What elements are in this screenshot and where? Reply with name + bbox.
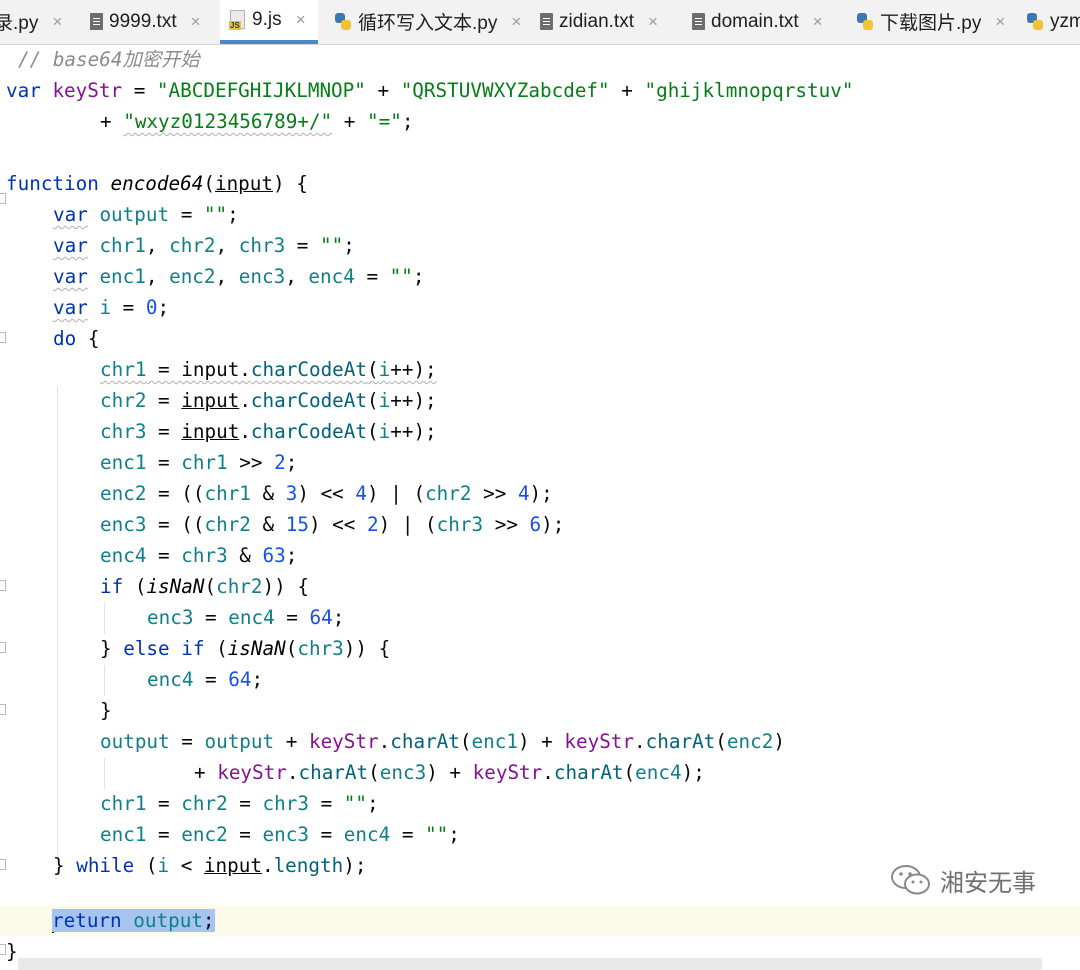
indent-guide [104,665,105,696]
text-file-icon [692,13,705,30]
code-line: do { [53,327,100,350]
close-icon[interactable]: × [648,12,658,32]
code-line: enc3 = enc4 = 64; [147,606,345,629]
tab-9-js[interactable]: JS 9.js × [220,0,318,44]
code-line: enc1 = chr1 >> 2; [100,451,298,474]
close-icon[interactable]: × [191,12,201,32]
code-line: enc4 = chr3 & 63; [100,544,298,567]
horizontal-scrollbar[interactable] [18,958,1042,970]
tab-label: yzm [1050,10,1080,32]
tab-9999-txt[interactable]: 9999.txt × [90,0,201,43]
code-line: } [100,699,112,722]
wechat-icon [891,865,930,895]
code-line: enc3 = ((chr2 & 15) << 2) | (chr3 >> 6); [100,513,565,536]
tab-domain-txt[interactable]: domain.txt × [692,0,823,43]
close-icon[interactable]: × [511,12,521,32]
tab-label: 循环写入文本.py [358,13,498,34]
code-line: output = output + keyStr.charAt(enc1) + … [100,730,785,753]
fold-marker[interactable] [0,642,6,653]
tab-lu-py[interactable]: 录.py × [0,0,62,43]
code-line: enc1 = enc2 = enc3 = enc4 = ""; [100,823,460,846]
tab-xiazai-py[interactable]: 下载图片.py × [856,0,1005,43]
tab-label: 录.py [0,13,39,34]
indent-guide [104,603,105,634]
code-line: enc4 = 64; [147,668,264,691]
code-line: } else if (isNaN(chr3)) { [100,637,391,660]
python-file-icon [334,12,352,31]
code-line: var enc1, enc2, enc3, enc4 = ""; [53,265,425,288]
fold-marker[interactable] [0,580,6,591]
tab-label: zidian.txt [559,10,634,32]
code-line: enc2 = ((chr1 & 3) << 4) | (chr2 >> 4); [100,482,553,505]
indent-guide [104,758,105,789]
code-line: var i = 0; [53,296,170,319]
code-editor[interactable]: // base64加密开始 var keyStr = "ABCDEFGHIJKL… [0,44,1080,970]
code-line: return output; [52,905,215,936]
code-line: chr3 = input.charCodeAt(i++); [100,420,437,443]
text-file-icon [540,13,553,30]
python-file-icon [856,12,874,31]
tab-yzm[interactable]: yzm [1026,0,1080,43]
tab-label: domain.txt [711,10,799,32]
fold-marker[interactable] [0,332,6,343]
watermark: 湘安无事 [890,862,1036,898]
tab-label: 下载图片.py [880,13,982,34]
close-icon[interactable]: × [296,10,306,30]
code-line: chr1 = input.charCodeAt(i++); [100,358,437,381]
watermark-text: 湘安无事 [940,868,1036,897]
code-line: + keyStr.charAt(enc3) + keyStr.charAt(en… [194,761,705,784]
code-line: var output = ""; [53,203,239,226]
text-selection: return output; [52,909,215,932]
code-line: chr1 = chr2 = chr3 = ""; [100,792,379,815]
python-file-icon [1026,12,1044,31]
code-line: var chr1, chr2, chr3 = ""; [53,234,355,257]
code-line: // base64加密开始 [18,48,200,71]
fold-marker[interactable] [0,859,6,870]
tab-xunhuan-py[interactable]: 循环写入文本.py × [334,0,521,43]
code-line: var keyStr = "ABCDEFGHIJKLMNOP" + "QRSTU… [6,79,854,102]
code-line: chr2 = input.charCodeAt(i++); [100,389,437,412]
tab-label: 9999.txt [109,10,177,32]
text-file-icon [90,13,103,30]
close-icon[interactable]: × [52,12,62,32]
editor-tab-bar: 录.py × 9999.txt × JS 9.js × 循环写入文本.py × … [0,0,1080,45]
tab-label: 9.js [252,9,282,30]
close-icon[interactable]: × [813,12,823,32]
close-icon[interactable]: × [995,12,1005,32]
code-line: function encode64(input) { [6,172,308,195]
javascript-file-icon: JS [229,10,246,30]
tab-zidian-txt[interactable]: zidian.txt × [540,0,658,43]
code-line: + "wxyz0123456789+/" + "="; [100,110,414,133]
code-line: } while (i < input.length); [53,854,367,877]
fold-marker[interactable] [0,704,6,715]
code-line: if (isNaN(chr2)) { [100,575,309,598]
indent-guide [57,386,58,856]
code-line: } [6,940,18,963]
